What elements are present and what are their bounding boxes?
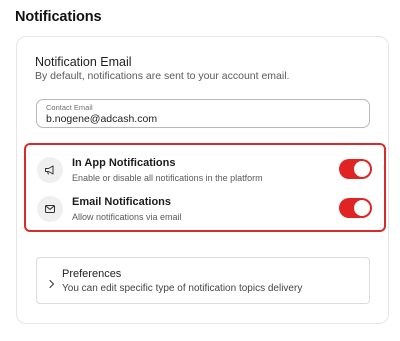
in-app-notifications-toggle[interactable] (339, 159, 372, 179)
mail-icon (37, 196, 63, 222)
email-notifications-description: Allow notifications via email (72, 212, 182, 222)
contact-email-label: Contact Email (46, 103, 93, 112)
chevron-right-icon (48, 276, 56, 289)
email-notifications-row: Email Notifications Allow notifications … (26, 187, 384, 227)
notification-email-description: By default, notifications are sent to yo… (35, 70, 290, 82)
preferences-item[interactable]: Preferences You can edit specific type o… (36, 257, 370, 304)
toggle-knob (354, 161, 370, 177)
in-app-notifications-description: Enable or disable all notifications in t… (72, 173, 263, 183)
in-app-notifications-row: In App Notifications Enable or disable a… (26, 148, 384, 188)
contact-email-field[interactable]: Contact Email b.nogene@adcash.com (36, 99, 370, 128)
toggle-knob (354, 200, 370, 216)
email-notifications-toggle[interactable] (339, 198, 372, 218)
preferences-description: You can edit specific type of notificati… (62, 283, 303, 294)
page-title: Notifications (15, 9, 102, 25)
contact-email-value[interactable]: b.nogene@adcash.com (46, 113, 157, 125)
megaphone-icon (37, 157, 63, 183)
email-notifications-title: Email Notifications (72, 196, 172, 208)
notification-email-title: Notification Email (35, 55, 132, 69)
preferences-title: Preferences (62, 268, 122, 280)
in-app-notifications-title: In App Notifications (72, 157, 176, 169)
notification-channels-group: In App Notifications Enable or disable a… (24, 143, 386, 232)
